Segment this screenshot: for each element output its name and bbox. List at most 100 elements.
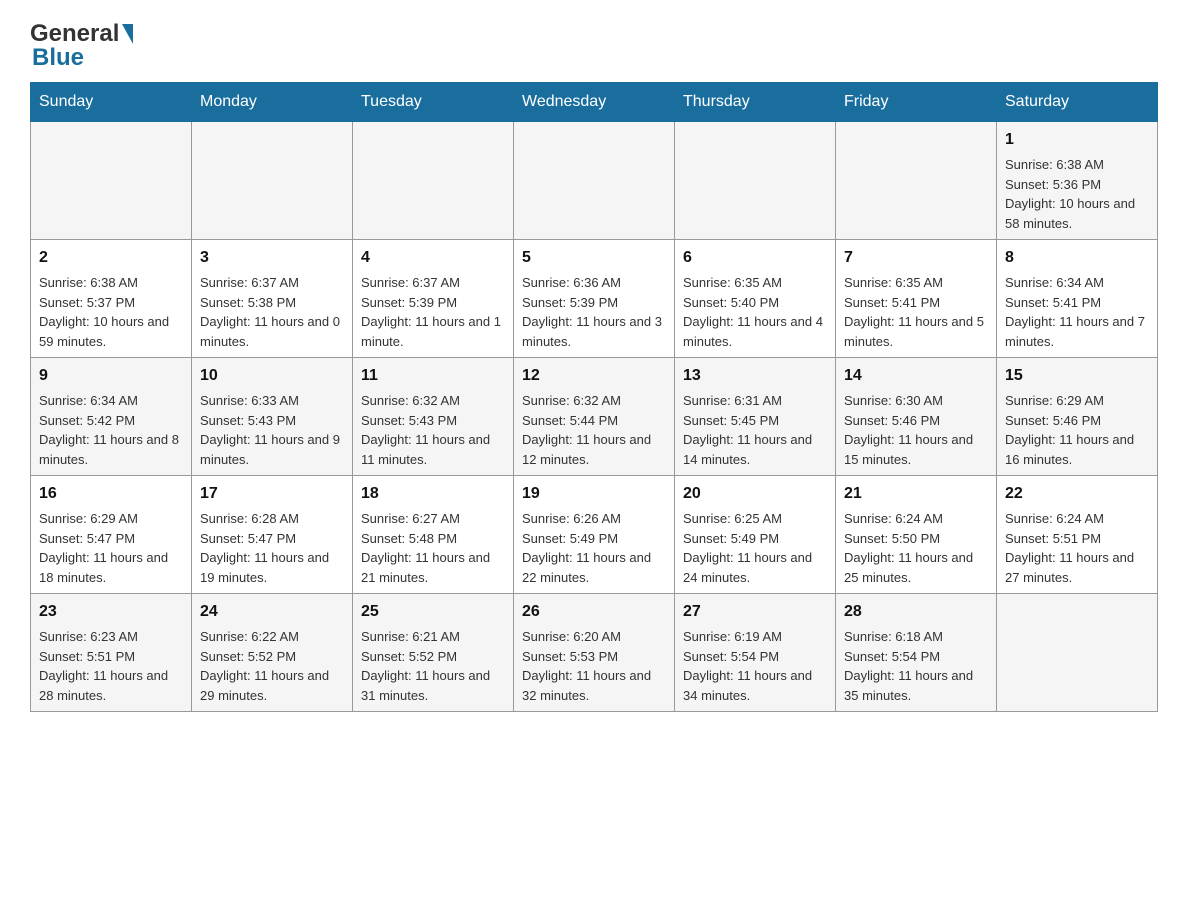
day-detail-text: Daylight: 11 hours and 9 minutes. bbox=[200, 430, 344, 469]
calendar-cell: 15Sunrise: 6:29 AMSunset: 5:46 PMDayligh… bbox=[997, 358, 1158, 476]
day-detail-text: Daylight: 11 hours and 12 minutes. bbox=[522, 430, 666, 469]
day-number: 10 bbox=[200, 364, 344, 388]
calendar-cell: 8Sunrise: 6:34 AMSunset: 5:41 PMDaylight… bbox=[997, 240, 1158, 358]
calendar-cell: 13Sunrise: 6:31 AMSunset: 5:45 PMDayligh… bbox=[675, 358, 836, 476]
day-detail-text: Sunset: 5:49 PM bbox=[522, 529, 666, 549]
calendar-cell: 10Sunrise: 6:33 AMSunset: 5:43 PMDayligh… bbox=[192, 358, 353, 476]
weekday-header-thursday: Thursday bbox=[675, 83, 836, 122]
calendar-cell: 3Sunrise: 6:37 AMSunset: 5:38 PMDaylight… bbox=[192, 240, 353, 358]
calendar-cell: 18Sunrise: 6:27 AMSunset: 5:48 PMDayligh… bbox=[353, 476, 514, 594]
day-detail-text: Sunrise: 6:28 AM bbox=[200, 509, 344, 529]
day-detail-text: Sunrise: 6:38 AM bbox=[39, 273, 183, 293]
day-detail-text: Daylight: 11 hours and 29 minutes. bbox=[200, 666, 344, 705]
day-detail-text: Sunset: 5:51 PM bbox=[1005, 529, 1149, 549]
logo-triangle-icon bbox=[122, 24, 133, 44]
day-number: 11 bbox=[361, 364, 505, 388]
day-detail-text: Sunrise: 6:37 AM bbox=[361, 273, 505, 293]
weekday-header-friday: Friday bbox=[836, 83, 997, 122]
calendar-cell: 1Sunrise: 6:38 AMSunset: 5:36 PMDaylight… bbox=[997, 122, 1158, 240]
calendar-cell: 22Sunrise: 6:24 AMSunset: 5:51 PMDayligh… bbox=[997, 476, 1158, 594]
day-detail-text: Sunrise: 6:32 AM bbox=[361, 391, 505, 411]
day-number: 3 bbox=[200, 246, 344, 270]
logo-blue-part: Blue bbox=[30, 44, 84, 72]
day-detail-text: Sunset: 5:43 PM bbox=[361, 411, 505, 431]
day-detail-text: Sunrise: 6:35 AM bbox=[683, 273, 827, 293]
day-detail-text: Sunset: 5:36 PM bbox=[1005, 175, 1149, 195]
day-number: 28 bbox=[844, 600, 988, 624]
day-detail-text: Sunrise: 6:22 AM bbox=[200, 627, 344, 647]
day-detail-text: Sunset: 5:46 PM bbox=[1005, 411, 1149, 431]
day-number: 16 bbox=[39, 482, 183, 506]
calendar-cell: 26Sunrise: 6:20 AMSunset: 5:53 PMDayligh… bbox=[514, 594, 675, 712]
day-detail-text: Sunrise: 6:19 AM bbox=[683, 627, 827, 647]
day-detail-text: Sunrise: 6:25 AM bbox=[683, 509, 827, 529]
calendar-cell: 28Sunrise: 6:18 AMSunset: 5:54 PMDayligh… bbox=[836, 594, 997, 712]
day-detail-text: Sunrise: 6:29 AM bbox=[1005, 391, 1149, 411]
calendar-cell: 20Sunrise: 6:25 AMSunset: 5:49 PMDayligh… bbox=[675, 476, 836, 594]
weekday-header-tuesday: Tuesday bbox=[353, 83, 514, 122]
day-detail-text: Sunrise: 6:33 AM bbox=[200, 391, 344, 411]
calendar-table: SundayMondayTuesdayWednesdayThursdayFrid… bbox=[30, 82, 1158, 712]
day-detail-text: Sunset: 5:41 PM bbox=[844, 293, 988, 313]
day-number: 23 bbox=[39, 600, 183, 624]
day-detail-text: Daylight: 11 hours and 7 minutes. bbox=[1005, 312, 1149, 351]
day-number: 25 bbox=[361, 600, 505, 624]
page-header: General Blue bbox=[30, 20, 1158, 72]
day-detail-text: Sunrise: 6:31 AM bbox=[683, 391, 827, 411]
day-number: 8 bbox=[1005, 246, 1149, 270]
week-row-2: 2Sunrise: 6:38 AMSunset: 5:37 PMDaylight… bbox=[31, 240, 1158, 358]
day-detail-text: Sunrise: 6:34 AM bbox=[39, 391, 183, 411]
day-detail-text: Sunset: 5:38 PM bbox=[200, 293, 344, 313]
day-detail-text: Sunset: 5:54 PM bbox=[844, 647, 988, 667]
day-detail-text: Sunrise: 6:21 AM bbox=[361, 627, 505, 647]
day-detail-text: Daylight: 11 hours and 25 minutes. bbox=[844, 548, 988, 587]
week-row-5: 23Sunrise: 6:23 AMSunset: 5:51 PMDayligh… bbox=[31, 594, 1158, 712]
day-detail-text: Daylight: 11 hours and 28 minutes. bbox=[39, 666, 183, 705]
calendar-cell: 9Sunrise: 6:34 AMSunset: 5:42 PMDaylight… bbox=[31, 358, 192, 476]
calendar-cell bbox=[675, 122, 836, 240]
day-detail-text: Sunset: 5:39 PM bbox=[361, 293, 505, 313]
day-detail-text: Sunrise: 6:24 AM bbox=[1005, 509, 1149, 529]
day-detail-text: Sunrise: 6:29 AM bbox=[39, 509, 183, 529]
day-detail-text: Daylight: 11 hours and 35 minutes. bbox=[844, 666, 988, 705]
calendar-cell: 4 Sunrise: 6:37 AMSunset: 5:39 PMDaylight… bbox=[353, 240, 514, 358]
day-detail-text: Daylight: 11 hours and 34 minutes. bbox=[683, 666, 827, 705]
week-row-1: 1Sunrise: 6:38 AMSunset: 5:36 PMDaylight… bbox=[31, 122, 1158, 240]
day-detail-text: Daylight: 11 hours and 31 minutes. bbox=[361, 666, 505, 705]
calendar-cell: 2Sunrise: 6:38 AMSunset: 5:37 PMDaylight… bbox=[31, 240, 192, 358]
day-number: 5 bbox=[522, 246, 666, 270]
calendar-cell: 24Sunrise: 6:22 AMSunset: 5:52 PMDayligh… bbox=[192, 594, 353, 712]
day-detail-text: Sunset: 5:47 PM bbox=[200, 529, 344, 549]
day-detail-text: Daylight: 11 hours and 27 minutes. bbox=[1005, 548, 1149, 587]
weekday-header-sunday: Sunday bbox=[31, 83, 192, 122]
day-detail-text: Sunset: 5:37 PM bbox=[39, 293, 183, 313]
day-detail-text: Sunset: 5:51 PM bbox=[39, 647, 183, 667]
day-detail-text: Daylight: 11 hours and 14 minutes. bbox=[683, 430, 827, 469]
day-detail-text: Sunset: 5:46 PM bbox=[844, 411, 988, 431]
weekday-header-row: SundayMondayTuesdayWednesdayThursdayFrid… bbox=[31, 83, 1158, 122]
day-detail-text: Daylight: 11 hours and 1 minute. bbox=[361, 312, 505, 351]
day-detail-text: Sunrise: 6:38 AM bbox=[1005, 155, 1149, 175]
calendar-cell: 27Sunrise: 6:19 AMSunset: 5:54 PMDayligh… bbox=[675, 594, 836, 712]
day-detail-text: Daylight: 10 hours and 59 minutes. bbox=[39, 312, 183, 351]
calendar-cell: 7Sunrise: 6:35 AMSunset: 5:41 PMDaylight… bbox=[836, 240, 997, 358]
day-number: 21 bbox=[844, 482, 988, 506]
calendar-cell: 23 Sunrise: 6:23 AMSunset: 5:51 PMDayligh… bbox=[31, 594, 192, 712]
day-detail-text: Sunset: 5:52 PM bbox=[200, 647, 344, 667]
week-row-4: 16 Sunrise: 6:29 AM Sunset: 5:47 PM Dayligh… bbox=[31, 476, 1158, 594]
day-detail-text: Sunset: 5:48 PM bbox=[361, 529, 505, 549]
day-number: 27 bbox=[683, 600, 827, 624]
day-detail-text: Daylight: 11 hours and 3 minutes. bbox=[522, 312, 666, 351]
day-detail-text: Daylight: 11 hours and 21 minutes. bbox=[361, 548, 505, 587]
calendar-cell: 6Sunrise: 6:35 AMSunset: 5:40 PMDaylight… bbox=[675, 240, 836, 358]
day-detail-text: Sunrise: 6:23 AM bbox=[39, 627, 183, 647]
day-number: 4 bbox=[361, 246, 505, 270]
day-detail-text: Sunset: 5:49 PM bbox=[683, 529, 827, 549]
day-number: 1 bbox=[1005, 128, 1149, 152]
day-number: 20 bbox=[683, 482, 827, 506]
day-detail-text: Daylight: 11 hours and 0 minutes. bbox=[200, 312, 344, 351]
calendar-cell: 14Sunrise: 6:30 AMSunset: 5:46 PMDayligh… bbox=[836, 358, 997, 476]
day-number: 14 bbox=[844, 364, 988, 388]
day-number: 17 bbox=[200, 482, 344, 506]
day-detail-text: Sunrise: 6:20 AM bbox=[522, 627, 666, 647]
